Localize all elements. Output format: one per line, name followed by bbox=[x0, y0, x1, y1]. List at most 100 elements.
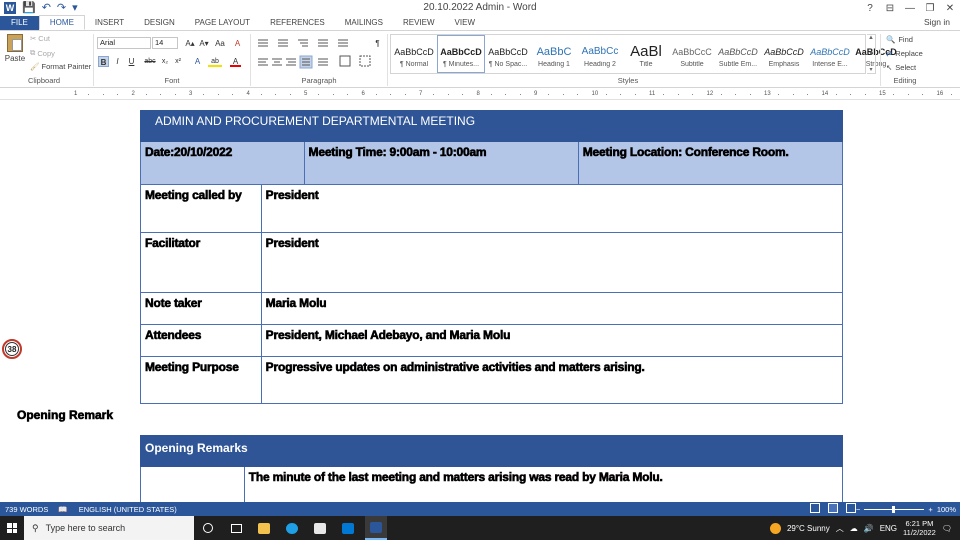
chevron-up-icon[interactable]: ▲ bbox=[868, 35, 874, 41]
tab-design[interactable]: DESIGN bbox=[134, 16, 185, 30]
web-layout-icon[interactable] bbox=[846, 503, 856, 513]
network-icon[interactable]: ☁ bbox=[850, 524, 858, 533]
language-indicator[interactable]: ENGLISH (UNITED STATES) bbox=[79, 505, 177, 514]
style-intense-emphasis[interactable]: AaBbCcD Intense E... bbox=[807, 35, 853, 73]
ribbon-display-options-icon[interactable]: ⊟ bbox=[880, 0, 900, 16]
ruler-dot bbox=[548, 94, 550, 95]
help-icon[interactable]: ? bbox=[860, 0, 880, 16]
font-color-button[interactable]: A bbox=[230, 56, 241, 67]
horizontal-ruler[interactable]: 1 2 3 4 5 6 7 8 9 10 11 12 13 14 15 16 bbox=[0, 88, 960, 100]
start-button[interactable] bbox=[0, 516, 24, 540]
proofing-icon[interactable]: 📖 bbox=[58, 505, 67, 514]
superscript-button[interactable]: x² bbox=[172, 56, 184, 67]
style-minutes[interactable]: AaBbCcD ¶ Minutes... bbox=[437, 35, 485, 73]
find-button[interactable]: 🔍 Find bbox=[886, 35, 913, 44]
more-styles-icon[interactable]: ▾ bbox=[869, 66, 872, 73]
file-explorer-icon[interactable] bbox=[253, 516, 275, 540]
style-heading-2[interactable]: AaBbCc Heading 2 bbox=[577, 35, 623, 73]
tab-page-layout[interactable]: PAGE LAYOUT bbox=[185, 16, 260, 30]
subscript-button[interactable]: x₂ bbox=[159, 56, 171, 67]
shrink-font-button[interactable]: A▾ bbox=[196, 38, 212, 49]
meeting-info-row: Date:20/10/2022 Meeting Time: 9:00am - 1… bbox=[140, 142, 843, 185]
tray-chevron-icon[interactable]: ︿ bbox=[836, 523, 844, 534]
weather-text[interactable]: 29°C Sunny bbox=[787, 524, 830, 533]
tab-view[interactable]: VIEW bbox=[445, 16, 485, 30]
style-no-spacing[interactable]: AaBbCcD ¶ No Spac... bbox=[485, 35, 531, 73]
taskbar-search-box[interactable]: ⚲ Type here to search bbox=[24, 516, 194, 540]
speaker-icon[interactable]: 🔊 bbox=[864, 524, 874, 533]
style-subtle-emphasis[interactable]: AaBbCcD Subtle Em... bbox=[715, 35, 761, 73]
highlight-button[interactable]: ab bbox=[208, 56, 222, 67]
close-button[interactable]: ✕ bbox=[940, 0, 960, 16]
zoom-out-button[interactable]: − bbox=[856, 505, 860, 514]
select-button[interactable]: ↖ Select bbox=[886, 63, 916, 72]
tab-home[interactable]: HOME bbox=[38, 15, 85, 30]
zoom-slider[interactable] bbox=[864, 505, 925, 513]
copy-button[interactable]: ⧉ Copy bbox=[30, 48, 55, 58]
clipboard-group-label: Clipboard bbox=[27, 76, 61, 85]
minimize-button[interactable]: — bbox=[900, 0, 920, 16]
read-mode-icon[interactable] bbox=[810, 503, 820, 513]
style-heading-1[interactable]: AaBbC Heading 1 bbox=[531, 35, 577, 73]
save-icon[interactable]: 💾 bbox=[22, 1, 36, 15]
style-title[interactable]: AaBl Title bbox=[623, 35, 669, 73]
mail-icon[interactable] bbox=[337, 516, 359, 540]
redo-icon[interactable]: ↷ bbox=[57, 1, 66, 15]
word-count[interactable]: 739 WORDS bbox=[5, 505, 48, 514]
margin-comment-badge[interactable]: 38 bbox=[2, 339, 22, 359]
ruler-number: 4 bbox=[246, 91, 250, 97]
ribbon-home: Paste ✂ Cut ⧉ Copy 🖌 Format Painter Clipboa… bbox=[0, 30, 960, 88]
row-value: Maria Molu bbox=[265, 296, 327, 311]
notification-icon[interactable]: 🗨 bbox=[942, 524, 952, 533]
document-area[interactable]: ADMIN AND PROCUREMENT DEPARTMENTAL MEETI… bbox=[0, 100, 960, 502]
font-size-combo[interactable]: 14 bbox=[152, 37, 178, 49]
zoom-in-button[interactable]: + bbox=[928, 505, 932, 514]
paste-button[interactable]: Paste bbox=[4, 34, 26, 63]
row-label: Attendees bbox=[141, 325, 262, 356]
ruler-number: 9 bbox=[534, 91, 538, 97]
font-name-combo[interactable]: Arial bbox=[97, 37, 151, 49]
taskbar-clock[interactable]: 6:21 PM 11/2/2022 bbox=[903, 519, 936, 537]
word-taskbar-icon[interactable] bbox=[365, 516, 387, 540]
style-normal[interactable]: AaBbCcD ¶ Normal bbox=[391, 35, 437, 73]
style-emphasis[interactable]: AaBbCcD Emphasis bbox=[761, 35, 807, 73]
paragraph-controls[interactable] bbox=[256, 37, 386, 71]
cortana-icon[interactable] bbox=[197, 516, 219, 540]
chevron-down-icon[interactable]: ▼ bbox=[868, 51, 874, 57]
tab-file[interactable]: FILE bbox=[0, 16, 39, 30]
underline-button[interactable]: U bbox=[126, 56, 137, 67]
replace-icon: ⇄ bbox=[886, 49, 893, 58]
language-tray[interactable]: ENG bbox=[880, 524, 897, 533]
show-formatting-marks-button[interactable]: ¶ bbox=[372, 38, 383, 49]
bold-button[interactable]: B bbox=[98, 56, 109, 67]
cut-button[interactable]: ✂ Cut bbox=[30, 34, 50, 43]
store-icon[interactable] bbox=[309, 516, 331, 540]
styles-gallery-scroll[interactable]: ▲ ▼ ▾ bbox=[867, 34, 876, 74]
clear-formatting-button[interactable]: A bbox=[232, 38, 243, 49]
zoom-slider-thumb[interactable] bbox=[892, 505, 896, 513]
weather-sun-icon[interactable] bbox=[769, 522, 781, 534]
sign-in-link[interactable]: Sign in bbox=[924, 17, 950, 27]
undo-icon[interactable]: ↶ bbox=[42, 1, 51, 15]
ruler-dot bbox=[835, 94, 837, 95]
strikethrough-button[interactable]: abc bbox=[143, 56, 157, 67]
tab-insert[interactable]: INSERT bbox=[85, 16, 134, 30]
format-painter-button[interactable]: 🖌 Format Painter bbox=[30, 62, 91, 71]
task-view-icon[interactable] bbox=[225, 516, 247, 540]
tab-mailings[interactable]: MAILINGS bbox=[335, 16, 393, 30]
text-effects-button[interactable]: A bbox=[192, 56, 203, 67]
word-app-icon[interactable]: W bbox=[4, 2, 16, 14]
tab-references[interactable]: REFERENCES bbox=[260, 16, 335, 30]
ruler-dot bbox=[922, 94, 924, 95]
zoom-level[interactable]: 100% bbox=[937, 505, 956, 514]
customize-qat-icon[interactable]: ▾ bbox=[72, 1, 78, 15]
print-layout-icon[interactable] bbox=[828, 503, 838, 513]
replace-button[interactable]: ⇄ Replace bbox=[886, 49, 923, 58]
restore-button[interactable]: ❐ bbox=[920, 0, 940, 16]
edge-browser-icon[interactable] bbox=[281, 516, 303, 540]
change-case-button[interactable]: Aa bbox=[212, 38, 228, 49]
tab-review[interactable]: REVIEW bbox=[393, 16, 445, 30]
style-subtitle[interactable]: AaBbCcC Subtitle bbox=[669, 35, 715, 73]
ruler-dot bbox=[260, 94, 262, 95]
italic-button[interactable]: I bbox=[112, 56, 123, 67]
